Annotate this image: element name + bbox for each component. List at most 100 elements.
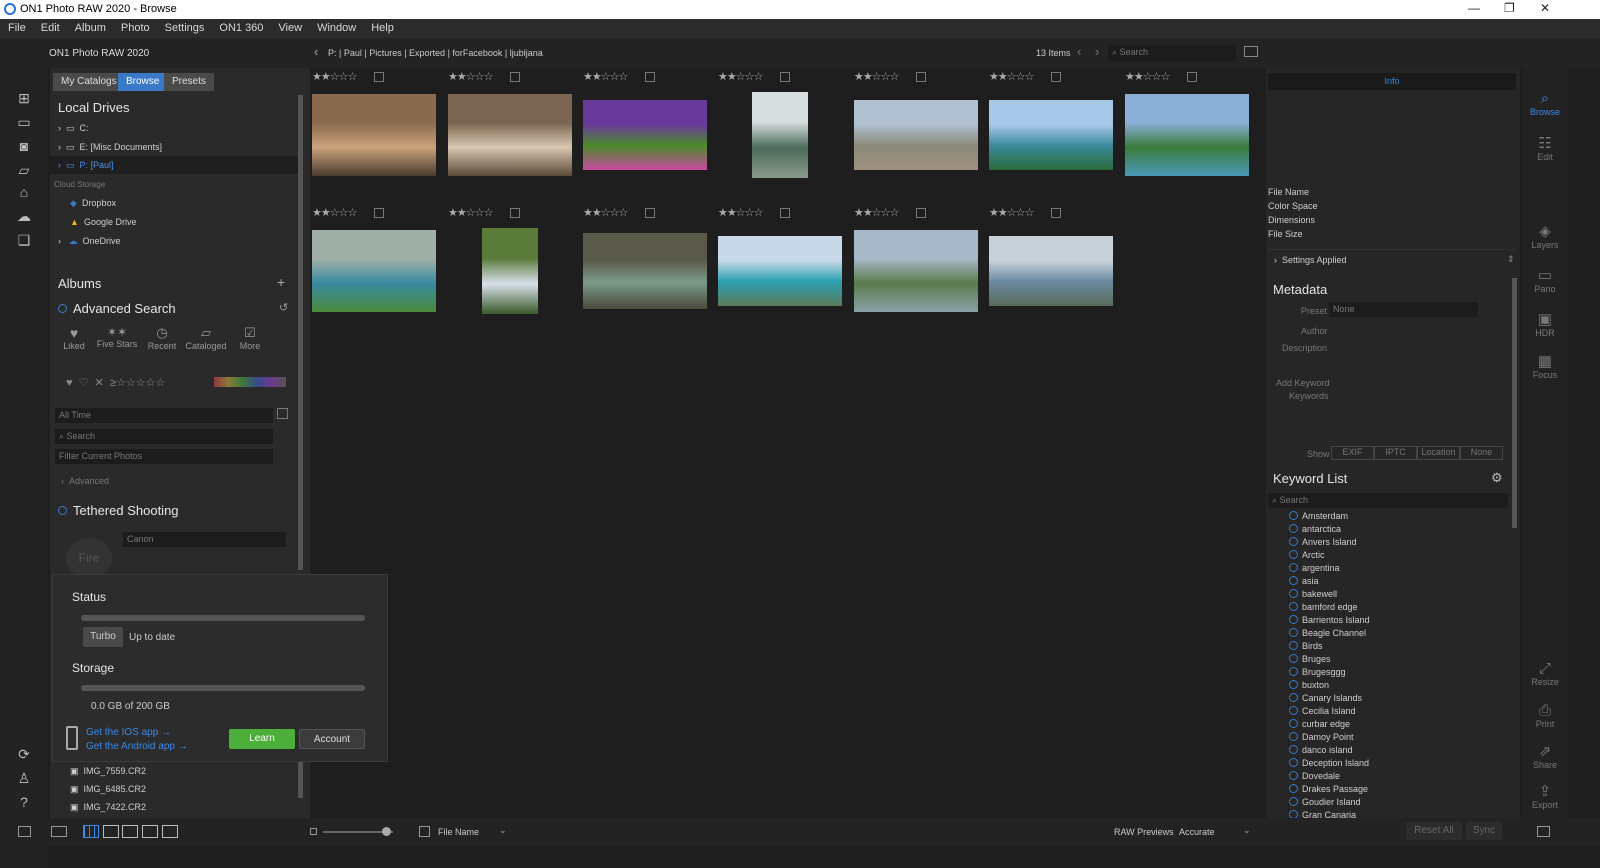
- keyword-item[interactable]: Birds: [1289, 641, 1323, 651]
- menu-file[interactable]: File: [8, 22, 26, 34]
- file-item[interactable]: ▣ IMG_6485.CR2: [70, 784, 146, 795]
- chevron-down-icon[interactable]: ⌄: [499, 825, 507, 836]
- rating-stars[interactable]: ★★☆☆☆: [854, 206, 899, 219]
- turbo-button[interactable]: Turbo: [83, 627, 123, 647]
- learn-button[interactable]: Learn: [229, 729, 295, 749]
- keyword-item[interactable]: Barrientos Island: [1289, 615, 1370, 625]
- album-search-input[interactable]: ⌕ Search: [55, 429, 273, 444]
- slider-handle[interactable]: [382, 827, 391, 836]
- tethered-shooting[interactable]: Tethered Shooting: [58, 503, 179, 518]
- photo-thumbnail[interactable]: [854, 230, 978, 312]
- dropbox-item[interactable]: ◆ Dropbox: [70, 198, 116, 209]
- rating-stars[interactable]: ★★☆☆☆: [583, 70, 628, 83]
- add-icon[interactable]: ⊞: [14, 90, 34, 106]
- show-none-button[interactable]: None: [1460, 446, 1503, 460]
- next-icon[interactable]: ›: [1095, 44, 1099, 59]
- android-app-link[interactable]: Get the Android app →: [86, 741, 188, 752]
- time-range-field[interactable]: All Time: [55, 408, 273, 423]
- keyword-item[interactable]: Beagle Channel: [1289, 628, 1366, 638]
- select-checkbox[interactable]: [645, 72, 655, 82]
- tool-focus[interactable]: ▦ Focus: [1522, 352, 1568, 380]
- sync-button[interactable]: Sync: [1466, 822, 1502, 840]
- monitor-icon[interactable]: ▭: [14, 114, 34, 130]
- keyword-item[interactable]: bamford edge: [1289, 602, 1358, 612]
- tab-my-catalogs[interactable]: My Catalogs: [53, 73, 125, 91]
- select-checkbox[interactable]: [374, 72, 384, 82]
- select-checkbox[interactable]: [645, 208, 655, 218]
- recent-filter[interactable]: ◷ Recent: [146, 325, 178, 351]
- keyword-item[interactable]: antarctica: [1289, 524, 1341, 534]
- filter-rating-row[interactable]: ♥ ♡ ✕ ≥☆☆☆☆☆: [66, 376, 165, 389]
- menu-album[interactable]: Album: [75, 22, 106, 34]
- user-icon[interactable]: ♙: [14, 770, 34, 786]
- help-icon[interactable]: ?: [14, 794, 34, 810]
- drive-icon[interactable]: ⌂: [14, 184, 34, 200]
- drive-c[interactable]: › ▭ C:: [58, 123, 89, 134]
- filmstrip-view-icon[interactable]: [122, 825, 138, 838]
- select-checkbox[interactable]: [916, 72, 926, 82]
- more-filter[interactable]: ☑ More: [236, 325, 264, 351]
- rating-stars[interactable]: ★★☆☆☆: [718, 206, 763, 219]
- keyword-item[interactable]: Goudier Island: [1289, 797, 1361, 807]
- onedrive-item[interactable]: › ☁ OneDrive: [58, 236, 121, 247]
- add-album-icon[interactable]: +: [277, 274, 285, 290]
- tool-resize[interactable]: ⤢ Resize: [1522, 660, 1568, 687]
- photo-thumbnail[interactable]: [482, 228, 538, 314]
- menu-window[interactable]: Window: [317, 22, 356, 34]
- folder-icon[interactable]: ▱: [14, 162, 34, 178]
- tool-hdr[interactable]: ▣ HDR: [1522, 310, 1568, 338]
- keyword-item[interactable]: Canary Islands: [1289, 693, 1362, 703]
- filmstrip-icon[interactable]: [51, 826, 67, 837]
- keyword-item[interactable]: danco island: [1289, 745, 1353, 755]
- rating-stars[interactable]: ★★☆☆☆: [312, 70, 357, 83]
- cloud-icon[interactable]: ☁: [14, 208, 34, 224]
- keyword-item[interactable]: curbar edge: [1289, 719, 1350, 729]
- show-iptc-button[interactable]: IPTC: [1374, 446, 1417, 460]
- keyword-item[interactable]: buxton: [1289, 680, 1329, 690]
- keyword-item[interactable]: Drakes Passage: [1289, 784, 1368, 794]
- sort-select[interactable]: File Name: [438, 827, 479, 837]
- keyword-item[interactable]: bakewell: [1289, 589, 1337, 599]
- folder-icon[interactable]: [1244, 46, 1258, 57]
- keyword-item[interactable]: Anvers Island: [1289, 537, 1357, 547]
- settings-applied-toggle[interactable]: › Settings Applied: [1274, 255, 1347, 265]
- photo-thumbnail[interactable]: [854, 100, 978, 170]
- grid-view-icon[interactable]: [83, 825, 99, 838]
- rating-stars[interactable]: ★★☆☆☆: [312, 206, 357, 219]
- reset-all-button[interactable]: Reset All: [1406, 822, 1462, 840]
- tool-layers[interactable]: ◈ Layers: [1522, 222, 1568, 250]
- raw-previews-select[interactable]: Accurate: [1179, 827, 1215, 837]
- camera-icon[interactable]: ◙: [14, 138, 34, 154]
- ios-app-link[interactable]: Get the IOS app →: [86, 727, 171, 738]
- drive-p[interactable]: › ▭ P: [Paul]: [58, 160, 114, 171]
- tool-browse[interactable]: ⌕ Browse: [1522, 90, 1568, 117]
- camera-field[interactable]: Canon: [123, 532, 286, 547]
- photo-thumbnail[interactable]: [989, 236, 1113, 306]
- photo-thumbnail[interactable]: [752, 92, 808, 178]
- keyword-item[interactable]: Arctic: [1289, 550, 1325, 560]
- file-list-scrollbar[interactable]: [298, 762, 303, 798]
- tab-browse[interactable]: Browse: [118, 73, 168, 91]
- select-checkbox[interactable]: [1051, 72, 1061, 82]
- expand-icon[interactable]: ⇕: [1507, 254, 1515, 265]
- keyword-item[interactable]: Deception Island: [1289, 758, 1369, 768]
- fire-button[interactable]: Fire: [66, 538, 112, 578]
- prev-icon[interactable]: ‹: [1077, 44, 1081, 59]
- show-exif-button[interactable]: EXIF: [1331, 446, 1374, 460]
- photo-thumbnail[interactable]: [312, 230, 436, 312]
- tool-print[interactable]: ⎙ Print: [1522, 702, 1568, 729]
- rating-stars[interactable]: ★★☆☆☆: [718, 70, 763, 83]
- select-checkbox[interactable]: [1051, 208, 1061, 218]
- keyword-item[interactable]: Bruges: [1289, 654, 1331, 664]
- rating-stars[interactable]: ★★☆☆☆: [583, 206, 628, 219]
- select-checkbox[interactable]: [1187, 72, 1197, 82]
- keyword-item[interactable]: asia: [1289, 576, 1319, 586]
- menu-on1-360[interactable]: ON1 360: [219, 22, 263, 34]
- photo-thumbnail[interactable]: [583, 100, 707, 170]
- keyword-item[interactable]: Dovedale: [1289, 771, 1340, 781]
- photo-thumbnail[interactable]: [312, 94, 436, 176]
- right-panel-toggle-icon[interactable]: [1537, 826, 1550, 837]
- menu-settings[interactable]: Settings: [165, 22, 205, 34]
- select-checkbox[interactable]: [374, 208, 384, 218]
- file-item[interactable]: ▣ IMG_7422.CR2: [70, 802, 146, 813]
